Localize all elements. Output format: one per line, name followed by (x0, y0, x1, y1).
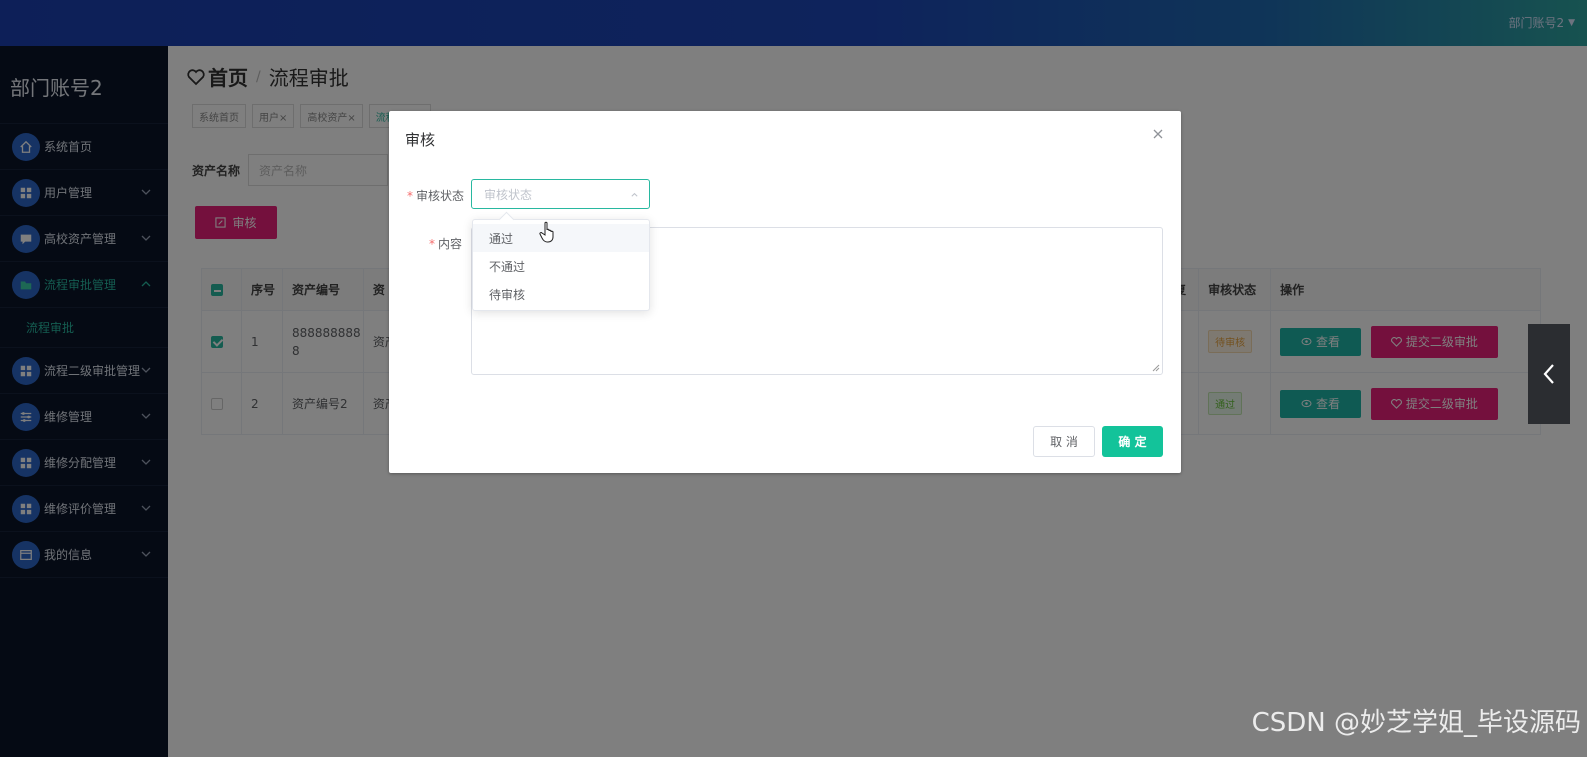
content-field-label: * 内容 (429, 237, 463, 251)
watermark: CSDN @妙芝学姐_毕设源码 (1251, 708, 1581, 738)
chevron-up-icon (631, 192, 638, 197)
status-field-label: * 审核状态 (407, 189, 465, 203)
option-pass[interactable]: 通过 (473, 224, 649, 252)
hand-cursor-icon (539, 221, 554, 243)
close-icon[interactable] (1151, 127, 1165, 141)
cancel-button[interactable]: 取 消 (1033, 426, 1095, 457)
option-reject[interactable]: 不通过 (473, 252, 649, 280)
status-dropdown: 通过 不通过 待审核 (472, 219, 650, 311)
chevron-left-icon (1543, 364, 1554, 384)
status-select[interactable]: 审核状态 (471, 179, 650, 209)
drawer-toggle[interactable] (1528, 324, 1570, 424)
resize-grip-icon[interactable] (1152, 364, 1160, 372)
option-pending[interactable]: 待审核 (473, 280, 649, 308)
dialog-title: 审核 (405, 131, 436, 149)
status-select-placeholder: 审核状态 (484, 187, 533, 202)
confirm-button[interactable]: 确 定 (1102, 426, 1163, 457)
